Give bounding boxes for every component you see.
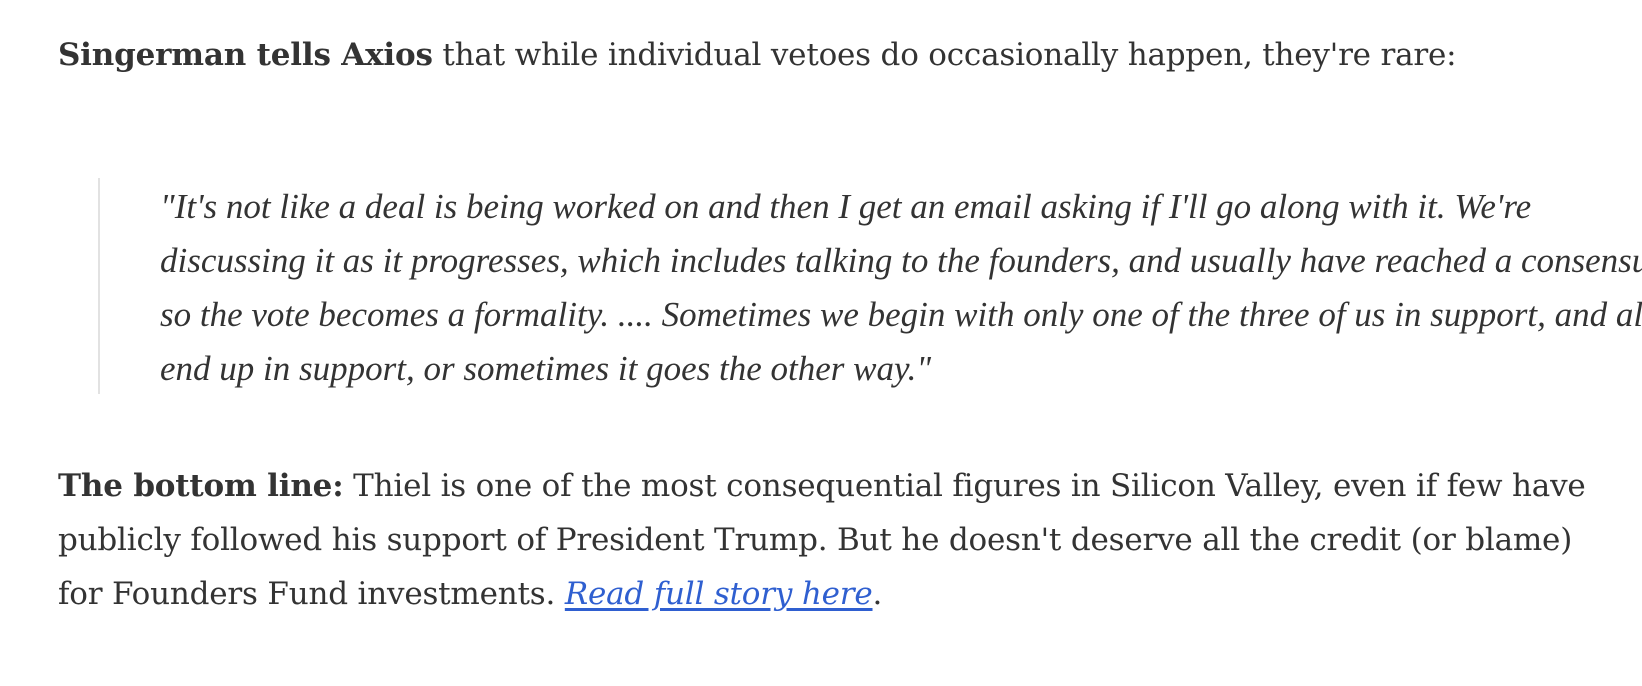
read-full-story-link[interactable]: Read full story here [565, 576, 873, 612]
pull-quote: "It's not like a deal is being worked on… [98, 178, 1642, 394]
quote-text: "It's not like a deal is being worked on… [160, 187, 1642, 388]
bottom-line-trailing: . [872, 576, 883, 612]
bottom-line-paragraph: The bottom line: Thiel is one of the mos… [58, 459, 1598, 621]
intro-paragraph: Singerman tells Axios that while individ… [58, 28, 1457, 82]
intro-text: that while individual vetoes do occasion… [432, 37, 1457, 73]
intro-lead: Singerman tells Axios [58, 37, 433, 73]
bottom-line-lead: The bottom line: [58, 468, 344, 504]
